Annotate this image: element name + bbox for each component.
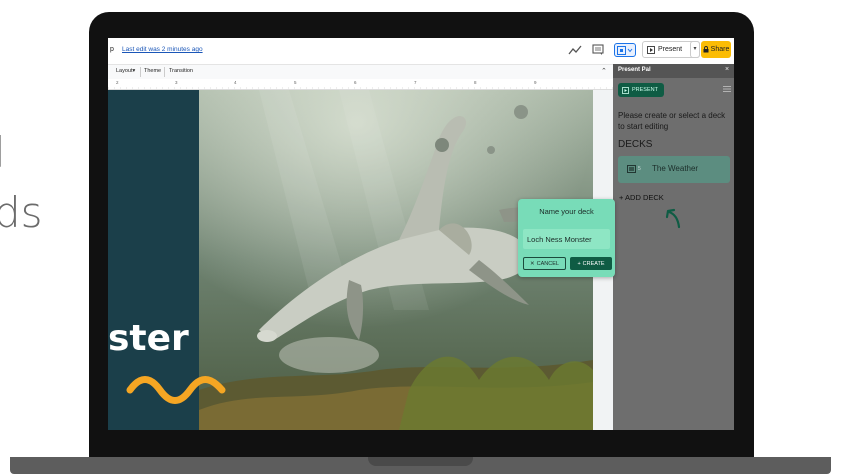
background-heading-fragment: l bbox=[0, 128, 6, 177]
present-label: Present bbox=[658, 46, 683, 53]
collapse-toolbar-chevron-icon[interactable]: ⌃ bbox=[601, 67, 607, 75]
present-options-chevron-icon[interactable]: ▾ bbox=[690, 41, 700, 58]
panel-present-label: PRESENT bbox=[632, 87, 658, 93]
toolbar-divider bbox=[140, 67, 141, 77]
ruler-ticks bbox=[108, 87, 613, 89]
deck-name: The Weather bbox=[652, 164, 699, 173]
lock-icon bbox=[703, 46, 709, 53]
deck-slide-count: 5 bbox=[638, 166, 641, 172]
dialog-title: Name your deck bbox=[539, 207, 594, 216]
panel-instructions: Please create or select a deck to start … bbox=[618, 111, 726, 131]
last-edit-link[interactable]: Last edit was 2 minutes ago bbox=[122, 46, 203, 53]
ruler-number: 7 bbox=[414, 80, 417, 85]
ruler-number: 8 bbox=[474, 80, 477, 85]
deck-name-input[interactable] bbox=[523, 229, 610, 249]
add-deck-button[interactable]: + ADD DECK bbox=[619, 193, 664, 202]
slides-toolbar: Layout▾ Theme Transition ⌃ bbox=[108, 64, 613, 80]
ruler-number: 6 bbox=[354, 80, 357, 85]
background-subheading-fragment: ds bbox=[0, 188, 43, 237]
share-label: Share bbox=[710, 46, 730, 53]
activity-trend-icon[interactable] bbox=[568, 43, 582, 57]
comment-icon[interactable] bbox=[592, 44, 604, 56]
present-pal-panel: Present Pal × PRESENT Please create or s… bbox=[613, 64, 734, 430]
plus-icon: + bbox=[577, 260, 581, 267]
ruler-number: 2 bbox=[116, 80, 119, 85]
create-button[interactable]: + CREATE bbox=[570, 257, 612, 270]
present-icon bbox=[622, 86, 629, 94]
ruler-number: 4 bbox=[234, 80, 237, 85]
slide-title[interactable]: ster bbox=[108, 318, 189, 359]
deck-item[interactable]: 5 The Weather bbox=[618, 156, 730, 183]
addon-icon bbox=[617, 46, 633, 55]
slides-top-bar: p Last edit was 2 minutes ago Present ▾ … bbox=[108, 38, 734, 64]
laptop-notch bbox=[368, 457, 473, 466]
toolbar-divider bbox=[164, 67, 165, 77]
close-icon: ✕ bbox=[530, 260, 535, 267]
ruler-number: 9 bbox=[534, 80, 537, 85]
ruler-number: 3 bbox=[175, 80, 178, 85]
slides-deck-icon bbox=[627, 165, 636, 173]
hamburger-menu-icon[interactable] bbox=[723, 86, 731, 92]
panel-title: Present Pal bbox=[618, 67, 651, 73]
toolbar-theme-button[interactable]: Theme bbox=[144, 68, 161, 74]
panel-present-button[interactable]: PRESENT bbox=[618, 83, 664, 97]
wave-decoration bbox=[126, 376, 226, 404]
curved-arrow-icon bbox=[665, 208, 681, 229]
share-button[interactable]: Share bbox=[701, 41, 731, 58]
present-pal-addon-button[interactable] bbox=[614, 43, 636, 57]
menu-fragment[interactable]: p bbox=[110, 46, 114, 53]
laptop-screen: p Last edit was 2 minutes ago Present ▾ … bbox=[108, 38, 734, 430]
create-label: CREATE bbox=[582, 260, 605, 267]
present-icon bbox=[647, 45, 655, 54]
toolbar-transition-button[interactable]: Transition bbox=[169, 68, 193, 74]
horizontal-ruler: 2 3 4 5 6 7 8 9 bbox=[108, 79, 613, 90]
decks-heading: DECKS bbox=[618, 139, 653, 150]
cancel-button[interactable]: ✕ CANCEL bbox=[523, 257, 566, 270]
close-icon[interactable]: × bbox=[725, 66, 729, 73]
panel-header: Present Pal × bbox=[613, 64, 734, 78]
ruler-number: 5 bbox=[294, 80, 297, 85]
name-deck-dialog: Name your deck ✕ CANCEL + CREATE bbox=[518, 199, 615, 277]
toolbar-layout-button[interactable]: Layout▾ bbox=[116, 68, 135, 74]
cancel-label: CANCEL bbox=[536, 260, 559, 267]
